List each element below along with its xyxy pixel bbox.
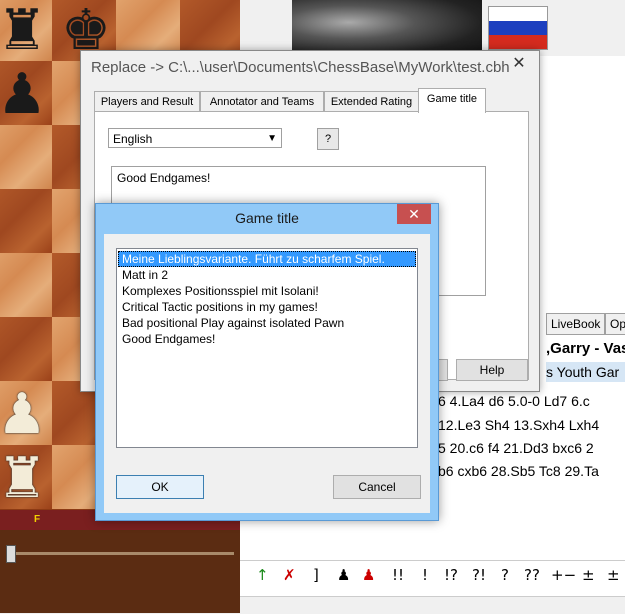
game-title-dialog-body: Meine Lieblingsvariante. Führt zu scharf… (104, 234, 430, 513)
black-pawn-icon[interactable]: ♟ (0, 63, 54, 127)
annotation-blunder[interactable]: ?? (524, 566, 540, 584)
file-label: F (34, 514, 41, 525)
tab-annotator-and-teams[interactable]: Annotator and Teams (200, 91, 324, 112)
game-title-dialog: Game title ✕ Meine Lieblingsvariante. Fü… (95, 203, 439, 521)
arrow-up-icon[interactable]: ↑ (256, 566, 269, 584)
annotation-interesting[interactable]: !? (444, 566, 458, 584)
notation-line[interactable]: 12.Le3 Sh4 13.Sxh4 Lxh4 (438, 417, 599, 433)
board-square[interactable] (0, 253, 52, 317)
annotation-white-winning[interactable]: +− (551, 566, 576, 584)
annotation-mistake[interactable]: ? (501, 566, 509, 584)
language-value: English (113, 132, 153, 146)
white-rook-icon[interactable]: ♜ (0, 447, 54, 511)
annotation-dubious[interactable]: ?! (472, 566, 486, 584)
tab-game-title[interactable]: Game title (418, 88, 486, 113)
annotation-white-better[interactable]: ± (582, 566, 595, 584)
list-item[interactable]: Bad positional Play against isolated Paw… (118, 315, 416, 331)
delete-variation-icon[interactable]: ✗ (283, 566, 296, 584)
list-item[interactable]: Critical Tactic positions in my games! (118, 299, 416, 315)
black-rook-icon[interactable]: ♜ (0, 0, 54, 63)
replace-dialog-title: Replace -> C:\...\user\Documents\ChessBa… (91, 59, 510, 76)
board-square[interactable] (0, 317, 52, 381)
game-title-list[interactable]: Meine Lieblingsvariante. Führt zu scharf… (116, 248, 418, 448)
tab-opening[interactable]: Op (605, 313, 625, 335)
replay-slider-thumb[interactable] (6, 545, 16, 563)
player-photo (292, 0, 482, 56)
right-tab-strip: LiveBook Op (540, 313, 625, 335)
game-title-value: Good Endgames! (117, 171, 211, 185)
list-item[interactable]: Matt in 2 (118, 267, 416, 283)
flag-stripe-red (489, 35, 547, 49)
help-button[interactable]: Help (456, 359, 528, 381)
notation-line[interactable]: 6 4.La4 d6 5.0-0 Ld7 6.c (438, 393, 590, 409)
game-header-event: s Youth Gar (546, 362, 625, 382)
bracket-icon[interactable]: ] (313, 566, 319, 584)
board-square[interactable] (0, 125, 52, 189)
close-icon[interactable]: ✕ (397, 204, 431, 224)
tab-livebook[interactable]: LiveBook (546, 313, 606, 335)
red-pawn-icon[interactable]: ♟ (362, 566, 375, 584)
cancel-button[interactable]: Cancel (333, 475, 421, 499)
list-item[interactable]: Good Endgames! (118, 331, 416, 347)
ok-button[interactable]: OK (116, 475, 204, 499)
flag-stripe-white (489, 7, 547, 21)
replay-slider-track[interactable] (6, 552, 234, 555)
game-title-dialog-title: Game title (235, 210, 299, 226)
annotation-white-slightly-better[interactable]: ± (607, 566, 620, 584)
notation-line[interactable]: b6 cxb6 28.Sb5 Tc8 29.Ta (438, 463, 599, 479)
tab-extended-rating[interactable]: Extended Rating (324, 91, 419, 112)
annotation-good[interactable]: ! (422, 566, 428, 584)
game-header-players: ,Garry - Vas (546, 340, 625, 357)
close-icon[interactable]: ✕ (507, 55, 531, 73)
black-pawn-icon[interactable]: ♟ (337, 566, 350, 584)
flag-stripe-blue (489, 21, 547, 35)
status-bar (240, 596, 625, 614)
board-control-panel (0, 530, 240, 613)
white-pawn-icon[interactable]: ♟ (0, 383, 54, 447)
russia-flag-icon (488, 6, 548, 50)
list-item[interactable]: Meine Lieblingsvariante. Führt zu scharf… (118, 251, 416, 267)
tab-players-and-result[interactable]: Players and Result (94, 91, 200, 112)
board-square[interactable] (0, 189, 52, 253)
language-select[interactable]: English ▼ (108, 128, 282, 148)
list-item[interactable]: Komplexes Positionsspiel mit Isolani! (118, 283, 416, 299)
notation-line[interactable]: 5 20.c6 f4 21.Dd3 bxc6 2 (438, 440, 594, 456)
question-button[interactable]: ? (317, 128, 339, 150)
annotation-brilliant[interactable]: !! (392, 566, 404, 584)
chevron-down-icon: ▼ (267, 133, 277, 144)
